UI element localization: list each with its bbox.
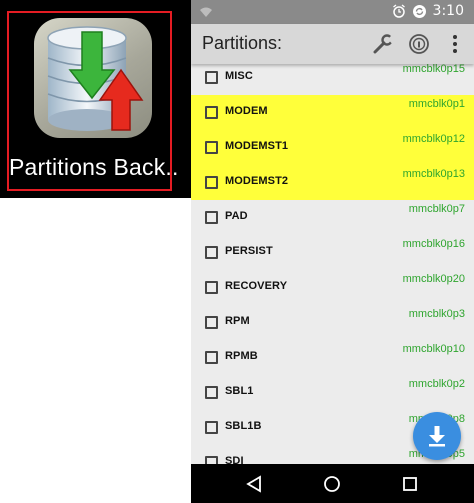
launcher-tile[interactable]: Partitions Back.. <box>0 0 191 198</box>
overflow-menu-icon[interactable] <box>442 31 468 57</box>
alarm-icon <box>392 4 405 18</box>
partition-device: mmcblk0p1 <box>408 98 465 110</box>
list-item[interactable]: RECOVERY mmcblk0p20 <box>191 270 474 305</box>
app-bar: Partitions: <box>191 24 474 64</box>
nav-bar <box>191 464 474 503</box>
partition-checkbox[interactable] <box>205 106 218 119</box>
partition-checkbox[interactable] <box>205 246 218 259</box>
partition-device: mmcblk0p12 <box>402 133 465 145</box>
download-fab[interactable] <box>413 412 461 460</box>
partition-name: SDI <box>225 455 244 464</box>
recents-icon[interactable] <box>399 473 421 495</box>
list-item[interactable]: SBL1 mmcblk0p2 <box>191 375 474 410</box>
partition-name: MODEMST2 <box>225 175 289 187</box>
partition-checkbox[interactable] <box>205 386 218 399</box>
partition-name: MISC <box>225 70 253 82</box>
partition-list[interactable]: MISC mmcblk0p15 MODEM mmcblk0p1 MODEMST1 mmcb… <box>191 64 474 464</box>
home-icon[interactable] <box>321 473 343 495</box>
list-item[interactable]: MODEM mmcblk0p1 <box>191 95 474 130</box>
page-title: Partitions: <box>202 33 283 53</box>
partition-device: mmcblk0p10 <box>402 343 465 355</box>
partition-checkbox[interactable] <box>205 456 218 464</box>
partition-device: mmcblk0p13 <box>402 168 465 180</box>
partition-checkbox[interactable] <box>205 281 218 294</box>
partition-device: mmcblk0p7 <box>408 203 465 215</box>
partition-name: SBL1 <box>225 385 254 397</box>
partition-name: PERSIST <box>225 245 273 257</box>
list-item[interactable]: MODEMST2 mmcblk0p13 <box>191 165 474 200</box>
partition-name: MODEMST1 <box>225 140 289 152</box>
list-item[interactable]: PERSIST mmcblk0p16 <box>191 235 474 270</box>
partition-device: mmcblk0p20 <box>402 273 465 285</box>
back-icon[interactable] <box>243 473 265 495</box>
sync-icon <box>412 4 426 18</box>
status-time: 3:10 <box>432 3 464 19</box>
partition-checkbox[interactable] <box>205 176 218 189</box>
list-item[interactable]: RPMB mmcblk0p10 <box>191 340 474 375</box>
partition-name: RPMB <box>225 350 258 362</box>
partition-name: RPM <box>225 315 250 327</box>
partition-name: PAD <box>225 210 248 222</box>
database-backup-restore-icon <box>34 18 152 138</box>
partition-checkbox[interactable] <box>205 71 218 84</box>
partition-name: SBL1B <box>225 420 262 432</box>
partition-checkbox[interactable] <box>205 316 218 329</box>
partition-device: mmcblk0p16 <box>402 238 465 250</box>
list-item[interactable]: RPM mmcblk0p3 <box>191 305 474 340</box>
list-item[interactable]: MODEMST1 mmcblk0p12 <box>191 130 474 165</box>
partition-device: mmcblk0p3 <box>408 308 465 320</box>
wrench-icon[interactable] <box>370 31 396 57</box>
partition-device: mmcblk0p2 <box>408 378 465 390</box>
partition-device: mmcblk0p15 <box>402 64 465 75</box>
partition-checkbox[interactable] <box>205 421 218 434</box>
wifi-icon <box>200 7 212 17</box>
status-bar: 3:10 <box>191 0 474 24</box>
app-label: Partitions Back.. <box>9 154 179 180</box>
partition-checkbox[interactable] <box>205 141 218 154</box>
partition-name: RECOVERY <box>225 280 288 292</box>
partition-checkbox[interactable] <box>205 351 218 364</box>
info-icon[interactable] <box>406 31 432 57</box>
download-icon <box>429 426 445 447</box>
list-item[interactable]: PAD mmcblk0p7 <box>191 200 474 235</box>
phone-screen: 3:10 Partitions: MISC mmcblk0p15 MODEM m… <box>191 0 474 503</box>
list-item[interactable]: MISC mmcblk0p15 <box>191 64 474 95</box>
partition-checkbox[interactable] <box>205 211 218 224</box>
partition-name: MODEM <box>225 105 268 117</box>
